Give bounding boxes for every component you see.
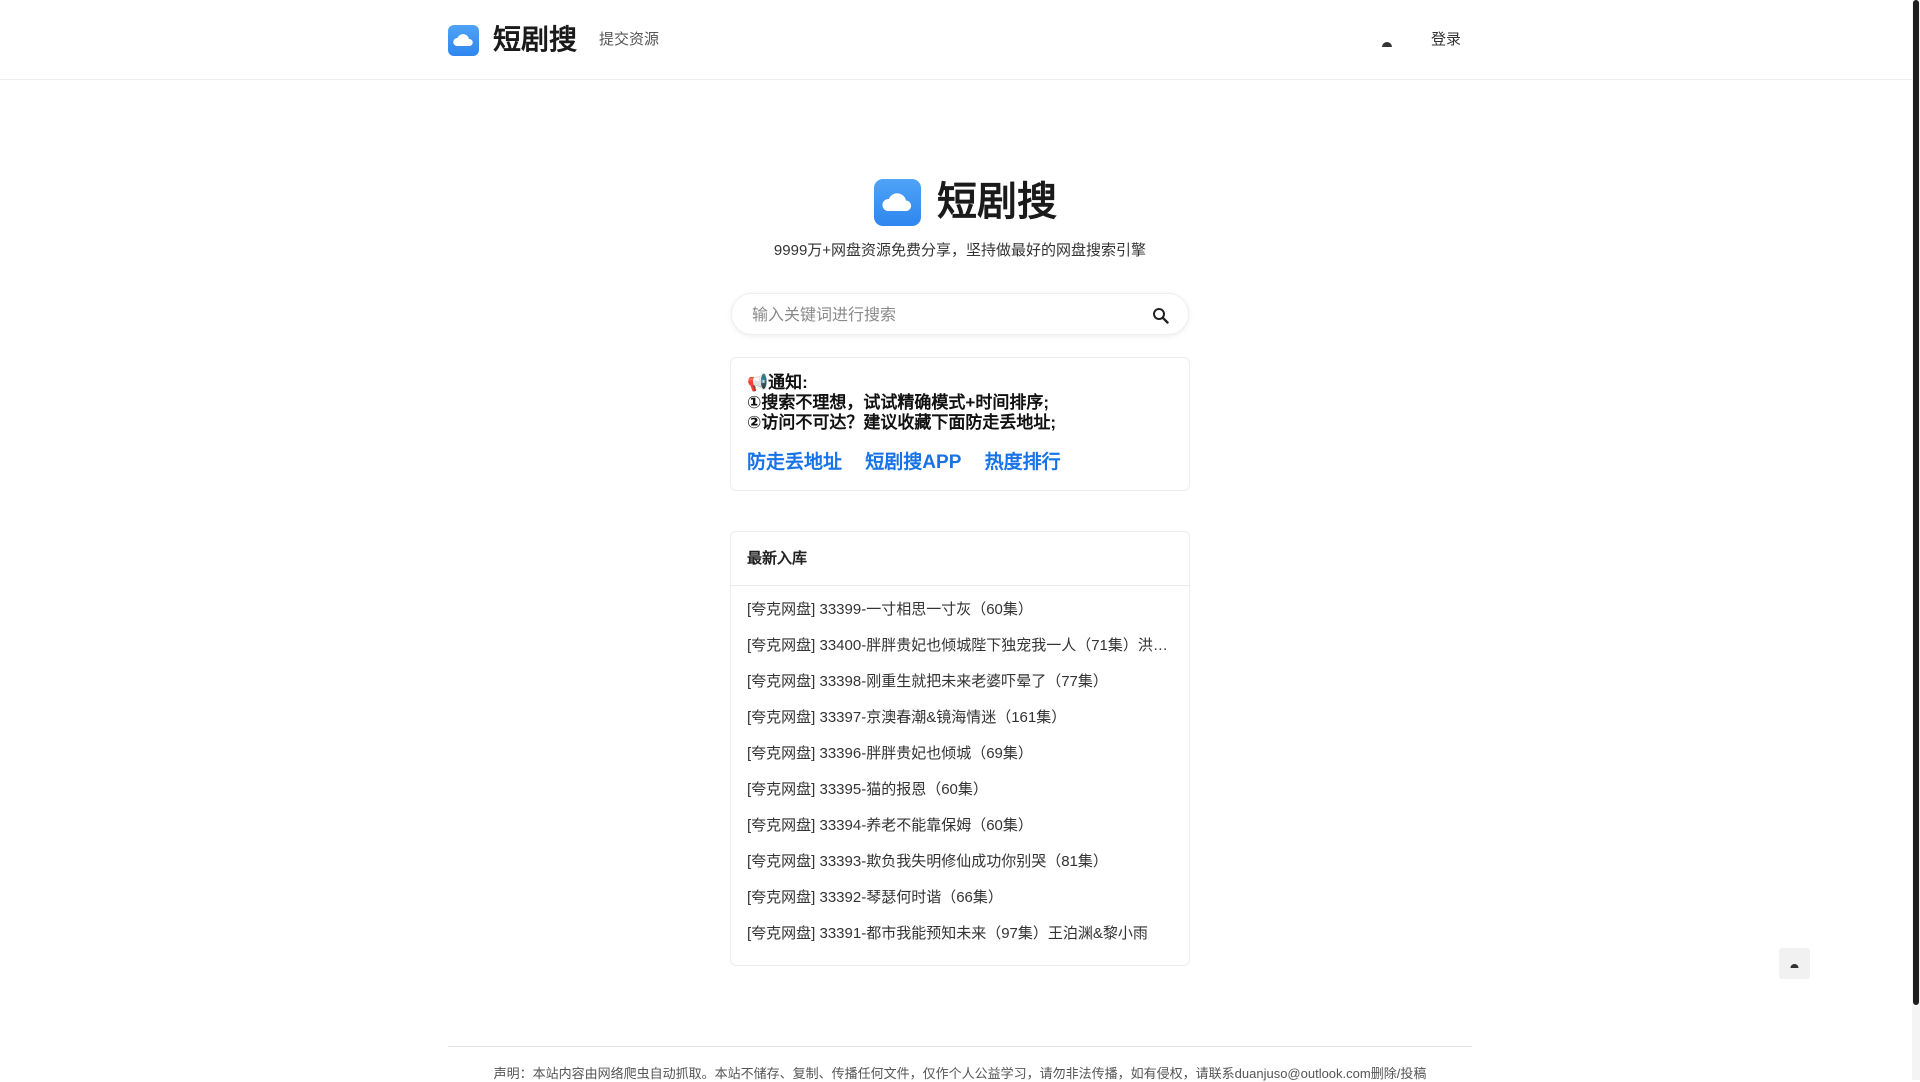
cloud-logo-icon — [874, 179, 921, 226]
list-item[interactable]: [夸克网盘] 33395-猫的报恩（60集） — [747, 780, 1177, 816]
list-item[interactable]: [夸克网盘] 33392-琴瑟何时谐（66集） — [747, 888, 1177, 924]
notice-line: ①搜索不理想，试试精确模式+时间排序; — [747, 393, 1049, 412]
notice-line: ②访问不可达？建议收藏下面防走丢地址; — [747, 413, 1057, 432]
footer-divider — [448, 1046, 1472, 1047]
list-item[interactable]: [夸克网盘] 33396-胖胖贵妃也倾城（69集） — [747, 744, 1177, 780]
scrollbar-thumb[interactable] — [1913, 0, 1919, 1005]
hot-ranking-link[interactable]: 热度排行 — [985, 452, 1061, 473]
theme-toggle-icon[interactable] — [1380, 39, 1394, 49]
list-item[interactable]: [夸克网盘] 33393-欺负我失明修仙成功你别哭（81集） — [747, 852, 1177, 888]
latest-card: 最新入库 [夸克网盘] 33399-一寸相思一寸灰（60集） [夸克网盘] 33… — [730, 531, 1190, 966]
hero-title: 短剧搜 — [937, 180, 1057, 224]
submit-resource-link[interactable]: 提交资源 — [599, 31, 659, 49]
latest-list: [夸克网盘] 33399-一寸相思一寸灰（60集） [夸克网盘] 33400-胖… — [747, 600, 1177, 960]
top-header: 短剧搜 提交资源 登录 — [0, 0, 1912, 80]
notice-card: 📢通知: ①搜索不理想，试试精确模式+时间排序; ②访问不可达？建议收藏下面防走… — [730, 357, 1190, 491]
list-item[interactable]: [夸克网盘] 33399-一寸相思一寸灰（60集） — [747, 600, 1177, 636]
app-download-link[interactable]: 短剧搜APP — [865, 452, 961, 473]
notice-links: 防走丢地址 短剧搜APP 热度排行 — [747, 451, 1079, 475]
list-item[interactable]: [夸克网盘] 33400-胖胖贵妃也倾城陛下独宠我一人（71集）洪乔… — [747, 636, 1177, 672]
search-icon[interactable] — [1151, 306, 1171, 326]
list-item[interactable]: [夸克网盘] 33391-都市我能预知未来（97集）王泊渊&黎小雨 — [747, 924, 1177, 960]
backup-address-link[interactable]: 防走丢地址 — [747, 452, 842, 473]
search-input[interactable] — [750, 303, 1134, 329]
notice-heading: 📢通知: — [747, 373, 808, 392]
latest-card-header: 最新入库 — [731, 532, 1189, 586]
list-item[interactable]: [夸克网盘] 33397-京澳春潮&镜海情迷（161集） — [747, 708, 1177, 744]
search-box — [731, 293, 1189, 335]
latest-title: 最新入库 — [747, 550, 808, 567]
cloud-logo-icon[interactable] — [448, 25, 479, 56]
back-to-top-icon — [1790, 964, 1799, 968]
list-item[interactable]: [夸克网盘] 33394-养老不能靠保姆（60集） — [747, 816, 1177, 852]
list-item[interactable]: [夸克网盘] 33398-刚重生就把未来老婆吓晕了（77集） — [747, 672, 1177, 708]
back-to-top-button[interactable] — [1779, 948, 1810, 979]
brand-name[interactable]: 短剧搜 — [493, 22, 577, 58]
hero-subtitle: 9999万+网盘资源免费分享，坚持做最好的网盘搜索引擎 — [773, 242, 1147, 259]
notice-text: 📢通知: ①搜索不理想，试试精确模式+时间排序; ②访问不可达？建议收藏下面防走… — [747, 373, 1056, 433]
login-link[interactable]: 登录 — [1431, 31, 1461, 49]
